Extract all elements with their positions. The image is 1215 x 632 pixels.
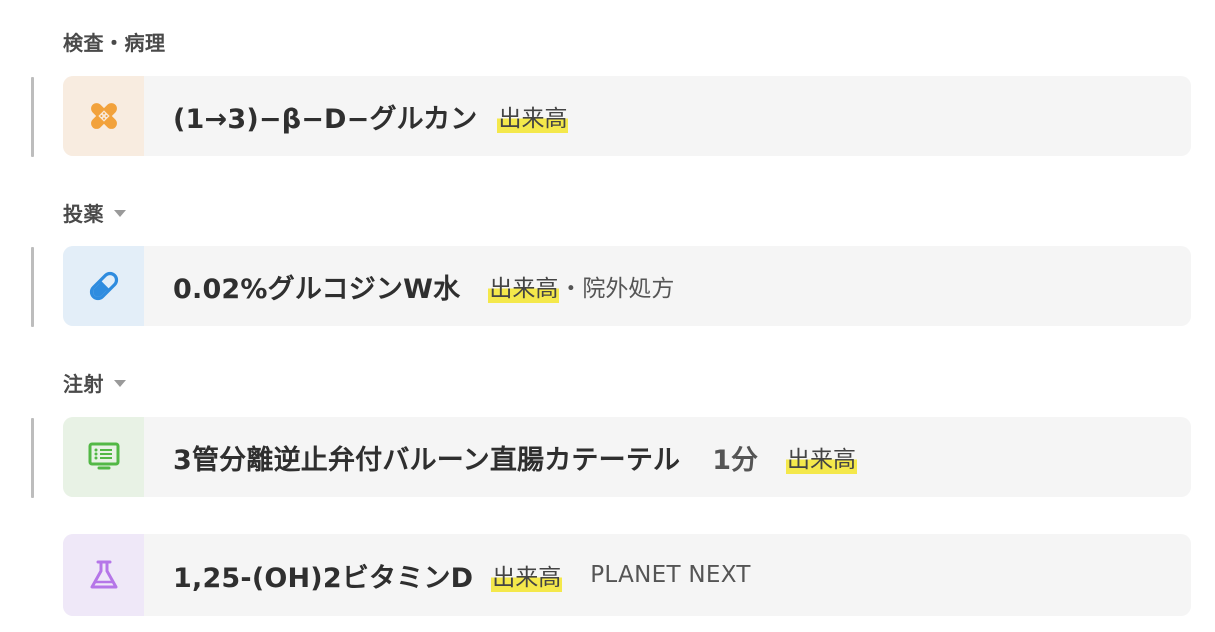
icon-box-green (63, 417, 144, 497)
order-card-catheter[interactable]: 3管分離逆止弁付バルーン直腸カテーテル 1分 出来高 (63, 417, 1191, 497)
item-name: (1→3)−β−D−グルカン (173, 103, 478, 135)
section-title-label: 投薬 (63, 201, 104, 226)
billing-badge: 出来高 (491, 558, 563, 592)
section-title-medication[interactable]: 投薬 (63, 199, 126, 226)
icon-box-blue (63, 246, 144, 326)
left-selection-bar-1 (31, 77, 34, 157)
caret-down-icon (114, 210, 126, 217)
card-content: 1,25-(OH)2ビタミンD 出来高 PLANET NEXT (144, 534, 751, 616)
left-selection-bar-3 (31, 418, 34, 498)
left-selection-bar-2 (31, 247, 34, 327)
order-card-glucodine[interactable]: 0.02%グルコジンW水 出来高 ・院外処方 (63, 246, 1191, 326)
billing-badge: 出来高 (488, 269, 560, 303)
card-content: 3管分離逆止弁付バルーン直腸カテーテル 1分 出来高 (144, 417, 858, 497)
section-title-injection[interactable]: 注射 (63, 369, 126, 396)
order-card-glucan[interactable]: (1→3)−β−D−グルカン 出来高 (63, 76, 1191, 156)
icon-box-orange (63, 76, 144, 156)
system-label: PLANET NEXT (590, 562, 751, 588)
bandage-icon (87, 99, 121, 133)
pill-icon (87, 269, 121, 303)
prescription-type: ・院外処方 (559, 276, 675, 302)
card-content: (1→3)−β−D−グルカン 出来高 (144, 76, 569, 156)
item-name: 3管分離逆止弁付バルーン直腸カテーテル (173, 444, 681, 476)
icon-box-purple (63, 534, 144, 616)
item-quantity: 1分 (712, 444, 759, 476)
billing-badge: 出来高 (497, 99, 569, 133)
billing-badge: 出来高 (786, 440, 858, 474)
card-content: 0.02%グルコジンW水 出来高 ・院外処方 (144, 246, 674, 326)
order-card-vitamin-d[interactable]: 1,25-(OH)2ビタミンD 出来高 PLANET NEXT (63, 534, 1191, 616)
item-name: 1,25-(OH)2ビタミンD (173, 562, 474, 594)
item-name: 0.02%グルコジンW水 (173, 273, 461, 305)
caret-down-icon (114, 380, 126, 387)
section-title-label: 検査・病理 (63, 30, 166, 55)
section-title-label: 注射 (63, 371, 104, 396)
monitor-list-icon (87, 440, 121, 474)
section-title-examination: 検査・病理 (63, 28, 166, 55)
flask-icon (87, 558, 121, 592)
